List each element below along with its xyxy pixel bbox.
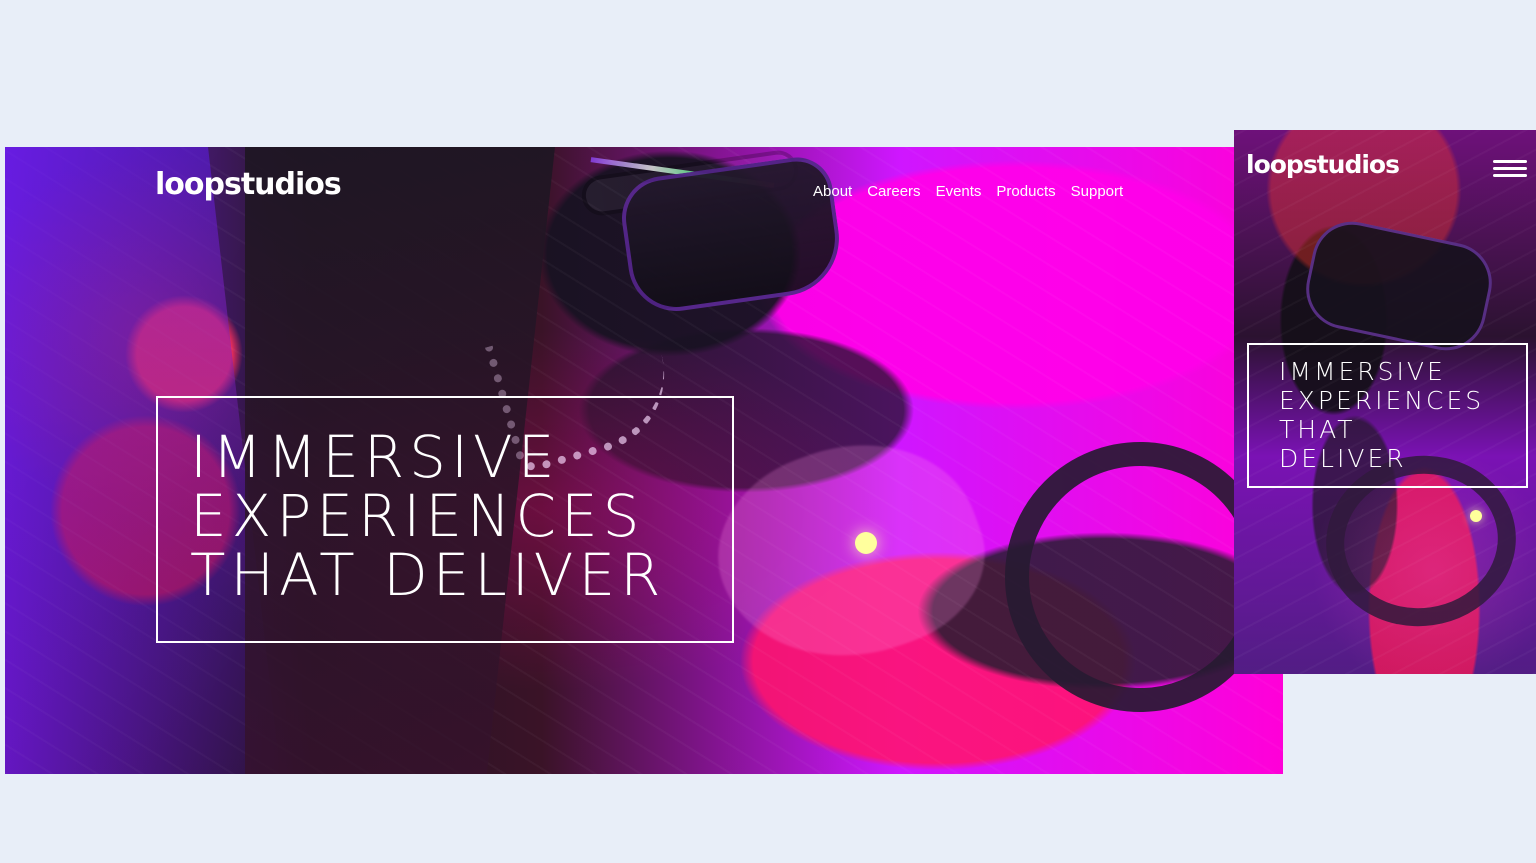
hamburger-line-bottom	[1493, 174, 1527, 177]
hamburger-line-middle	[1493, 167, 1527, 170]
mobile-hero-line-1: IMMERSIVE	[1279, 357, 1446, 386]
hamburger-line-top	[1493, 160, 1527, 163]
desktop-hero-title: IMMERSIVE EXPERIENCES THAT DELIVER	[190, 428, 665, 605]
nav-support[interactable]: Support	[1071, 184, 1124, 199]
desktop-navigation: About Careers Events Products Support	[813, 184, 1123, 199]
desktop-hero-box: IMMERSIVE EXPERIENCES THAT DELIVER	[156, 396, 734, 643]
desktop-hero-line-2: EXPERIENCES	[190, 482, 645, 550]
nav-about[interactable]: About	[813, 184, 852, 199]
desktop-logo[interactable]: loopstudios	[155, 170, 342, 200]
mobile-hero-line-2: EXPERIENCES	[1279, 386, 1485, 415]
vr-visor	[616, 152, 847, 318]
mobile-hero-line-4: DELIVER	[1279, 444, 1407, 473]
mobile-dashboard-light	[1470, 510, 1482, 522]
mobile-mockup: loopstudios IMMERSIVE EXPERIENCES THAT D…	[1234, 130, 1536, 674]
mobile-vr-visor	[1298, 214, 1500, 358]
desktop-mockup: loopstudios About Careers Events Product…	[5, 147, 1283, 774]
vr-band	[583, 152, 797, 214]
nav-careers[interactable]: Careers	[867, 184, 920, 199]
mobile-hero-box: IMMERSIVE EXPERIENCES THAT DELIVER	[1247, 343, 1528, 488]
dashboard-light	[855, 532, 877, 554]
hand-shape	[691, 408, 1009, 696]
mobile-logo[interactable]: loopstudios	[1246, 152, 1400, 177]
nav-events[interactable]: Events	[936, 184, 982, 199]
hamburger-icon[interactable]	[1493, 160, 1527, 178]
desktop-hero-line-3: THAT DELIVER	[190, 541, 666, 609]
nav-products[interactable]: Products	[996, 184, 1055, 199]
mobile-hero-title: IMMERSIVE EXPERIENCES THAT DELIVER	[1279, 357, 1484, 473]
accent-line	[590, 157, 775, 188]
mobile-hero-line-3: THAT	[1279, 415, 1356, 444]
design-preview-stage: loopstudios About Careers Events Product…	[0, 0, 1536, 863]
desktop-hero-line-1: IMMERSIVE	[190, 423, 560, 491]
